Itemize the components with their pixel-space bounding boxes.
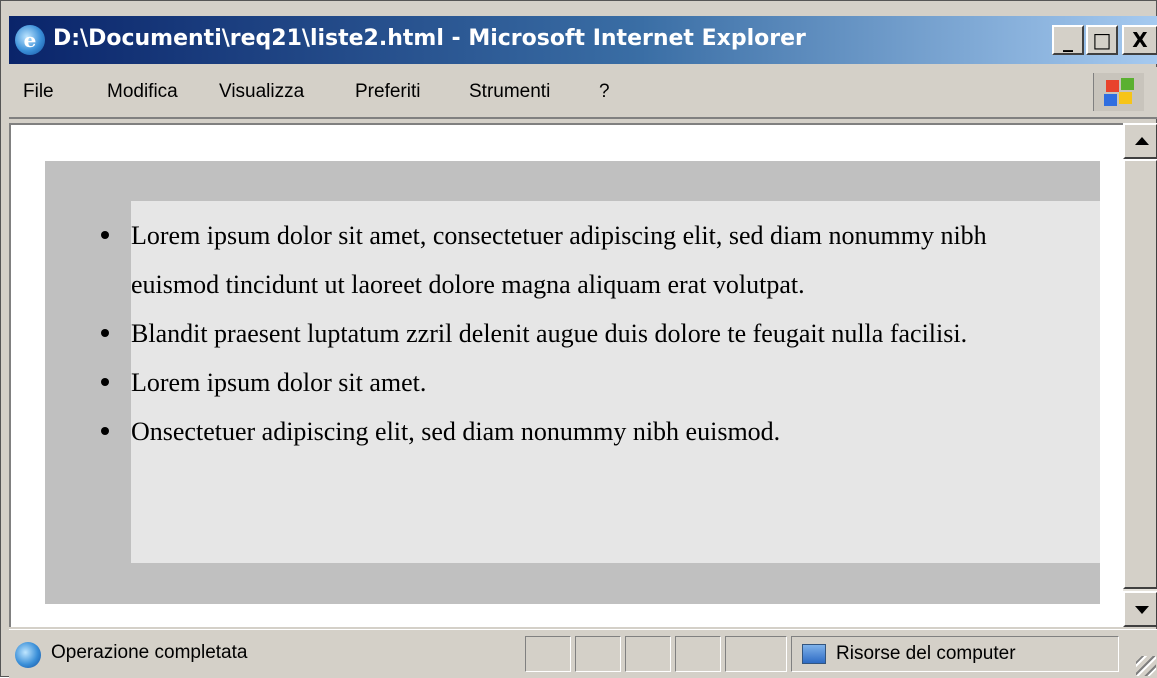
list-item: Lorem ipsum dolor sit amet. xyxy=(101,358,1051,407)
bullet-icon xyxy=(101,427,109,435)
list-item-text: Lorem ipsum dolor sit amet, consectetuer… xyxy=(131,221,987,299)
list-item-text: Onsectetuer adipiscing elit, sed diam no… xyxy=(131,417,781,446)
menu-help[interactable]: ? xyxy=(599,81,610,103)
arrow-up-icon xyxy=(1135,137,1149,145)
windows-logo-icon xyxy=(1093,73,1144,111)
security-zone-text: Risorse del computer xyxy=(836,643,1016,664)
ie-icon[interactable]: e xyxy=(15,25,45,55)
menu-file[interactable]: File xyxy=(23,81,54,103)
bullet-icon xyxy=(101,378,109,386)
minimize-button[interactable]: _ xyxy=(1052,25,1084,55)
bullet-list: Lorem ipsum dolor sit amet, consectetuer… xyxy=(101,211,1051,456)
scroll-up-button[interactable] xyxy=(1123,123,1157,159)
vertical-scrollbar[interactable] xyxy=(1123,123,1157,627)
security-zone-panel[interactable]: Risorse del computer xyxy=(791,636,1119,672)
list-item-text: Lorem ipsum dolor sit amet. xyxy=(131,368,427,397)
arrow-down-icon xyxy=(1135,606,1149,614)
ie-page-icon xyxy=(15,642,41,668)
status-panel xyxy=(525,636,571,672)
scroll-down-button[interactable] xyxy=(1123,591,1157,627)
list-container-inner: Lorem ipsum dolor sit amet, consectetuer… xyxy=(101,201,1100,563)
page-viewport[interactable]: Lorem ipsum dolor sit amet, consectetuer… xyxy=(9,123,1123,627)
list-item: Lorem ipsum dolor sit amet, consectetuer… xyxy=(101,211,1051,309)
status-bar: Operazione completata Risorse del comput… xyxy=(9,629,1157,678)
menu-bar: File Modifica Visualizza Preferiti Strum… xyxy=(9,67,1157,119)
status-text: Operazione completata xyxy=(51,642,248,663)
list-item: Onsectetuer adipiscing elit, sed diam no… xyxy=(101,407,1051,456)
bullet-icon xyxy=(101,329,109,337)
resize-grip-icon[interactable] xyxy=(1136,656,1156,676)
menu-preferiti[interactable]: Preferiti xyxy=(355,81,420,103)
list-container-outer: Lorem ipsum dolor sit amet, consectetuer… xyxy=(45,161,1100,604)
maximize-button[interactable]: □ xyxy=(1086,25,1118,55)
status-panel xyxy=(625,636,671,672)
status-panel xyxy=(575,636,621,672)
list-item-text: Blandit praesent luptatum zzril delenit … xyxy=(131,319,968,348)
scroll-thumb[interactable] xyxy=(1123,159,1157,589)
browser-window: e D:\Documenti\req21\liste2.html - Micro… xyxy=(0,0,1157,678)
window-title: D:\Documenti\req21\liste2.html - Microso… xyxy=(53,26,806,51)
title-bar[interactable]: e D:\Documenti\req21\liste2.html - Micro… xyxy=(9,16,1157,64)
menu-strumenti[interactable]: Strumenti xyxy=(469,81,550,103)
menu-visualizza[interactable]: Visualizza xyxy=(219,81,304,103)
status-panel xyxy=(675,636,721,672)
list-item: Blandit praesent luptatum zzril delenit … xyxy=(101,309,1051,358)
menu-modifica[interactable]: Modifica xyxy=(107,81,178,103)
status-panel xyxy=(725,636,787,672)
close-button[interactable]: X xyxy=(1122,25,1157,55)
bullet-icon xyxy=(101,231,109,239)
computer-icon xyxy=(802,644,826,664)
